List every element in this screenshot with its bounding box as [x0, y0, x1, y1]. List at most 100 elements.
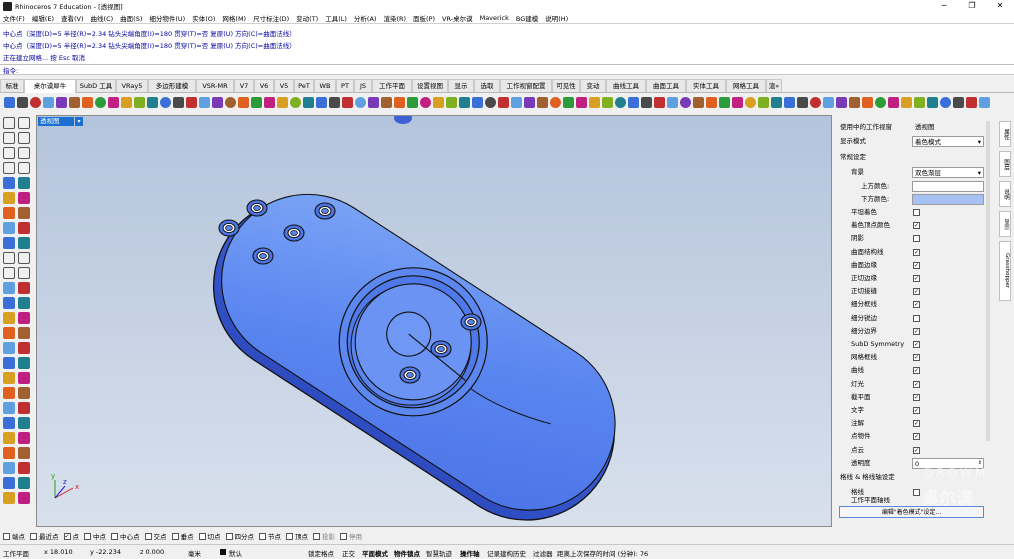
display-option-checkbox[interactable]: ✓	[913, 327, 920, 335]
toolbar-command-icon[interactable]	[576, 97, 587, 108]
toolbar-command-icon[interactable]	[550, 97, 561, 108]
toolbar-tab[interactable]: 渲»	[766, 79, 782, 92]
toolbar-tab[interactable]: 多边形建模	[148, 79, 196, 92]
display-option-checkbox[interactable]: ✓	[913, 393, 920, 401]
toolbar-command-icon[interactable]	[862, 97, 873, 108]
toolbar-command-icon[interactable]	[966, 97, 977, 108]
toolbar-command-icon[interactable]	[56, 97, 67, 108]
left-tool-icon[interactable]	[18, 297, 30, 309]
toolbar-command-icon[interactable]	[394, 97, 405, 108]
osnap-option[interactable]: 节点	[259, 531, 281, 541]
display-option-checkbox[interactable]: ✓	[913, 301, 920, 309]
toolbar-command-icon[interactable]	[17, 97, 28, 108]
left-tool-icon[interactable]	[3, 477, 15, 489]
panel-scrollbar[interactable]	[986, 121, 990, 441]
status-grid-snap[interactable]: 锁定格点	[308, 548, 334, 558]
display-option-checkbox[interactable]: ✓	[913, 248, 920, 256]
left-tool-icon[interactable]	[18, 192, 30, 204]
toolbar-command-icon[interactable]	[771, 97, 782, 108]
osnap-checkbox[interactable]	[225, 532, 233, 540]
left-tool-icon[interactable]	[3, 147, 15, 159]
menu-item[interactable]: 说明(H)	[545, 13, 568, 23]
display-mode-select[interactable]: 着色模式 ▾	[912, 136, 984, 147]
display-option-checkbox[interactable]: ✓	[913, 261, 920, 269]
perspective-viewport[interactable]: 透视图 ▾ x y z	[36, 115, 832, 527]
toolbar-command-icon[interactable]	[563, 97, 574, 108]
left-tool-icon[interactable]	[3, 117, 15, 129]
right-panel-tab[interactable]: 属性	[999, 121, 1011, 147]
top-color-swatch[interactable]	[912, 181, 984, 192]
toolbar-command-icon[interactable]	[43, 97, 54, 108]
display-option-checkbox[interactable]: ✓	[913, 433, 920, 441]
toolbar-command-icon[interactable]	[316, 97, 327, 108]
left-tool-icon[interactable]	[3, 207, 15, 219]
toolbar-command-icon[interactable]	[290, 97, 301, 108]
toolbar-command-icon[interactable]	[940, 97, 951, 108]
osnap-checkbox[interactable]	[171, 532, 179, 540]
toolbar-tab[interactable]: V5	[274, 79, 294, 92]
display-option-checkbox[interactable]: ✓	[913, 407, 920, 414]
toolbar-command-icon[interactable]	[589, 97, 600, 108]
toolbar-command-icon[interactable]	[82, 97, 93, 108]
left-tool-icon[interactable]	[3, 462, 15, 474]
menu-item[interactable]: 细分物件(U)	[149, 13, 185, 23]
toolbar-command-icon[interactable]	[277, 97, 288, 108]
display-option-checkbox[interactable]: ✓	[913, 380, 920, 388]
display-option-checkbox[interactable]: ✓	[913, 341, 920, 348]
toolbar-command-icon[interactable]	[654, 97, 665, 108]
command-prompt-field[interactable]: 指令:	[0, 64, 1014, 75]
left-tool-icon[interactable]	[18, 312, 30, 324]
left-tool-icon[interactable]	[18, 342, 30, 354]
left-tool-icon[interactable]	[3, 372, 15, 384]
left-tool-icon[interactable]	[18, 447, 30, 459]
toolbar-command-icon[interactable]	[953, 97, 964, 108]
toolbar-command-icon[interactable]	[979, 97, 990, 108]
toolbar-command-icon[interactable]	[342, 97, 353, 108]
status-layer[interactable]: 默认	[229, 548, 242, 558]
toolbar-tab[interactable]: 实体工具	[686, 79, 726, 92]
toolbar-command-icon[interactable]	[69, 97, 80, 108]
toolbar-command-icon[interactable]	[251, 97, 262, 108]
toolbar-tab[interactable]: 标准	[0, 79, 24, 92]
toolbar-command-icon[interactable]	[797, 97, 808, 108]
menu-item[interactable]: 编辑(E)	[32, 13, 54, 23]
left-tool-icon[interactable]	[18, 252, 30, 264]
menu-item[interactable]: 查看(V)	[61, 13, 84, 23]
toolbar-command-icon[interactable]	[758, 97, 769, 108]
toolbar-tab[interactable]: 变动	[580, 79, 606, 92]
left-tool-icon[interactable]	[18, 282, 30, 294]
toolbar-command-icon[interactable]	[628, 97, 639, 108]
osnap-option[interactable]: 中心点	[111, 531, 140, 541]
left-tool-icon[interactable]	[3, 267, 15, 279]
osnap-checkbox[interactable]	[286, 532, 293, 540]
toolbar-command-icon[interactable]	[693, 97, 704, 108]
left-tool-icon[interactable]	[3, 417, 15, 429]
status-ortho[interactable]: 正交	[342, 548, 355, 558]
menu-item[interactable]: 渲染(R)	[383, 13, 406, 23]
toolbar-command-icon[interactable]	[368, 97, 379, 108]
status-history[interactable]: 记录建构历史	[487, 548, 526, 558]
left-tool-icon[interactable]	[3, 297, 15, 309]
status-gumball[interactable]: 操作轴	[460, 548, 480, 558]
toolbar-tab[interactable]: JS	[354, 79, 372, 92]
left-tool-icon[interactable]	[3, 387, 15, 399]
left-tool-icon[interactable]	[3, 192, 15, 204]
toolbar-command-icon[interactable]	[225, 97, 236, 108]
toolbar-command-icon[interactable]	[264, 97, 275, 108]
display-option-checkbox[interactable]: ✓	[913, 420, 920, 428]
toolbar-command-icon[interactable]	[927, 97, 938, 108]
menu-item[interactable]: Maverick	[480, 14, 509, 22]
left-tool-icon[interactable]	[3, 312, 15, 324]
osnap-option[interactable]: 切点	[198, 531, 221, 541]
left-tool-icon[interactable]	[3, 432, 15, 444]
right-panel-tab[interactable]: Grasshopper	[999, 241, 1011, 301]
toolbar-command-icon[interactable]	[602, 97, 613, 108]
toolbar-command-icon[interactable]	[472, 97, 483, 108]
toolbar-tab[interactable]: V6	[254, 79, 274, 92]
left-tool-icon[interactable]	[3, 222, 15, 234]
display-option-checkbox[interactable]: ✓	[913, 222, 920, 230]
left-tool-icon[interactable]	[3, 357, 15, 369]
menu-item[interactable]: 分析(A)	[354, 13, 377, 23]
right-panel-tab[interactable]: 图层	[999, 151, 1011, 177]
menu-item[interactable]: 网格(M)	[222, 13, 246, 23]
